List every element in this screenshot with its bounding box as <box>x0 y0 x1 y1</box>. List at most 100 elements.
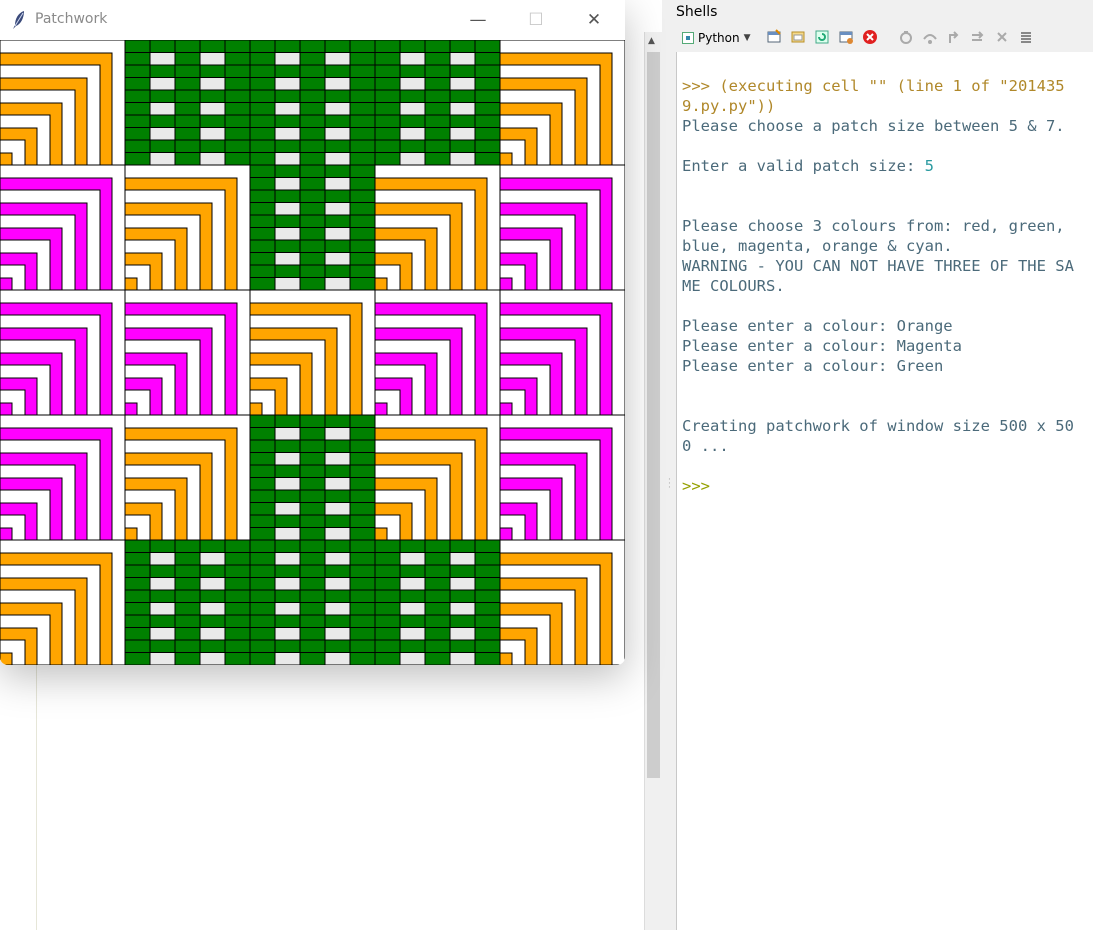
resume-icon[interactable] <box>994 29 1010 45</box>
brick <box>299 652 326 665</box>
brick <box>324 514 351 528</box>
patchwork-canvas[interactable] <box>0 40 625 665</box>
maximize-button[interactable]: ☐ <box>508 0 564 40</box>
brick <box>299 177 326 191</box>
editor-scrollbar[interactable]: ▲ <box>644 32 662 930</box>
close-button[interactable]: ✕ <box>566 0 622 40</box>
brick <box>199 614 226 628</box>
interpreter-selector[interactable]: Python ▼ <box>682 28 751 48</box>
interrupt-icon[interactable] <box>838 29 854 45</box>
patchwork-window[interactable]: Patchwork — ☐ ✕ <box>0 0 625 665</box>
brick <box>149 614 176 628</box>
brick <box>174 152 201 166</box>
brick <box>249 139 276 153</box>
brick <box>249 464 276 478</box>
clear-icon[interactable] <box>1018 29 1034 45</box>
brick-gap <box>324 127 351 141</box>
brick-gap <box>274 227 301 241</box>
brick <box>249 439 276 453</box>
brick <box>249 102 276 116</box>
patch-square <box>124 402 138 416</box>
restart-icon[interactable] <box>814 29 830 45</box>
brick <box>374 114 401 128</box>
open-icon[interactable] <box>790 29 806 45</box>
debug-icon[interactable] <box>898 29 914 45</box>
brick <box>349 602 376 616</box>
patch-square <box>374 277 388 291</box>
brick <box>399 40 426 53</box>
brick-gap <box>399 127 426 141</box>
brick <box>124 564 151 578</box>
brick <box>349 464 376 478</box>
brick-gap <box>199 577 226 591</box>
brick <box>349 152 376 166</box>
brick-gap <box>274 427 301 441</box>
brick <box>249 239 276 253</box>
shell-line: Please choose a patch size between 5 & 7… <box>682 117 1065 135</box>
brick-gap <box>199 127 226 141</box>
brick-gap <box>324 202 351 216</box>
brick <box>199 89 226 103</box>
stop-icon[interactable] <box>862 29 878 45</box>
brick-gap <box>274 77 301 91</box>
patch-square <box>0 277 13 291</box>
brick <box>324 264 351 278</box>
brick-gap <box>274 477 301 491</box>
brick-gap <box>149 627 176 641</box>
brick-gap <box>399 77 426 91</box>
brick <box>174 127 201 141</box>
window-titlebar[interactable]: Patchwork — ☐ ✕ <box>0 0 625 40</box>
brick <box>349 277 376 291</box>
brick <box>349 239 376 253</box>
brick <box>249 177 276 191</box>
brick <box>249 202 276 216</box>
brick-gap <box>199 77 226 91</box>
step-into-icon[interactable] <box>946 29 962 45</box>
brick-gap <box>274 52 301 66</box>
new-shell-icon[interactable] <box>766 29 782 45</box>
brick-gap <box>449 602 476 616</box>
brick <box>124 89 151 103</box>
brick-gap <box>324 52 351 66</box>
brick <box>299 577 326 591</box>
scrollbar-thumb[interactable] <box>647 52 660 778</box>
brick <box>224 52 251 66</box>
brick <box>299 614 326 628</box>
brick <box>174 627 201 641</box>
brick-gap <box>449 652 476 665</box>
brick <box>374 602 401 616</box>
brick <box>349 252 376 266</box>
brick <box>424 614 451 628</box>
brick-gap <box>324 452 351 466</box>
scroll-up-icon[interactable]: ▲ <box>648 36 655 46</box>
minimize-button[interactable]: — <box>450 0 506 40</box>
patch-square <box>499 527 513 541</box>
shell-text[interactable]: >>> (executing cell "" (line 1 of "20143… <box>682 76 1082 496</box>
brick <box>249 164 276 178</box>
shell-line: >>> (executing cell "" (line 1 of "20143… <box>682 77 1065 115</box>
brick <box>149 589 176 603</box>
brick-gap <box>274 602 301 616</box>
brick <box>274 439 301 453</box>
brick-gap <box>449 127 476 141</box>
grip-icon: · · · <box>668 475 671 493</box>
brick <box>224 577 251 591</box>
brick <box>299 127 326 141</box>
step-out-icon[interactable] <box>970 29 986 45</box>
brick-gap <box>399 652 426 665</box>
feather-icon <box>13 11 24 29</box>
step-over-icon[interactable] <box>922 29 938 45</box>
brick <box>174 139 201 153</box>
brick <box>299 152 326 166</box>
brick <box>124 552 151 566</box>
brick <box>349 564 376 578</box>
brick <box>474 589 501 603</box>
brick-gap <box>274 152 301 166</box>
brick <box>274 64 301 78</box>
brick <box>374 102 401 116</box>
brick <box>149 639 176 653</box>
pane-splitter[interactable]: · · · <box>662 0 676 930</box>
brick <box>349 202 376 216</box>
shell-output[interactable]: >>> (executing cell "" (line 1 of "20143… <box>676 52 1093 930</box>
brick-gap <box>274 202 301 216</box>
